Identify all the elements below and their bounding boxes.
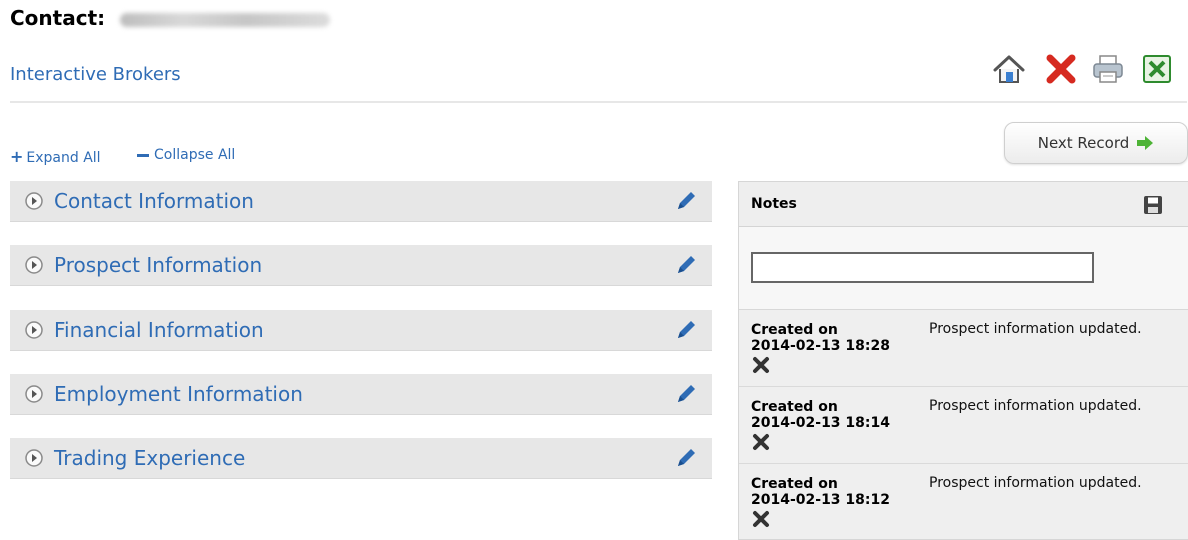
note-created-label: Created on — [751, 476, 838, 492]
note-created: Created on 2014-02-13 18:14 — [751, 399, 921, 431]
contact-title: Contact: — [10, 6, 331, 30]
section-trading-experience[interactable]: Trading Experience — [10, 438, 712, 479]
notes-panel: Notes Created on 2014-02-13 18:28 Prospe… — [738, 181, 1188, 540]
notes-header: Notes — [739, 182, 1188, 227]
contact-title-label: Contact: — [10, 6, 106, 30]
expand-arrow-icon[interactable] — [24, 384, 44, 404]
delete-note-icon[interactable] — [752, 433, 770, 451]
contact-name-redacted — [120, 12, 331, 27]
expand-arrow-icon[interactable] — [24, 320, 44, 340]
note-item: Created on 2014-02-13 18:14 Prospect inf… — [739, 387, 1188, 464]
delete-note-icon[interactable] — [752, 356, 770, 374]
note-item: Created on 2014-02-13 18:12 Prospect inf… — [739, 464, 1188, 539]
delete-icon[interactable] — [1044, 52, 1078, 86]
note-created-label: Created on — [751, 399, 838, 415]
note-text: Prospect information updated. — [929, 321, 1142, 337]
expand-all-label: Expand All — [26, 150, 101, 166]
section-employment-information[interactable]: Employment Information — [10, 374, 712, 415]
pencil-icon[interactable] — [674, 446, 698, 470]
home-icon[interactable] — [992, 52, 1026, 86]
pencil-icon[interactable] — [674, 189, 698, 213]
delete-note-icon[interactable] — [752, 510, 770, 528]
note-timestamp: 2014-02-13 18:12 — [751, 492, 890, 508]
note-created: Created on 2014-02-13 18:28 — [751, 322, 921, 354]
pencil-icon[interactable] — [674, 253, 698, 277]
note-timestamp: 2014-02-13 18:14 — [751, 415, 890, 431]
excel-export-icon[interactable] — [1140, 52, 1174, 86]
note-text: Prospect information updated. — [929, 398, 1142, 414]
expand-arrow-icon[interactable] — [24, 191, 44, 211]
note-created-label: Created on — [751, 322, 838, 338]
next-record-button[interactable]: Next Record — [1004, 122, 1188, 164]
header-divider — [10, 101, 1187, 103]
collapse-all-label: Collapse All — [154, 147, 236, 163]
section-label: Contact Information — [54, 189, 254, 213]
section-label: Prospect Information — [54, 253, 263, 277]
section-financial-information[interactable]: Financial Information — [10, 310, 712, 351]
pencil-icon[interactable] — [674, 318, 698, 342]
expand-all-link[interactable]: + Expand All — [10, 147, 101, 166]
expand-arrow-icon[interactable] — [24, 255, 44, 275]
notes-title: Notes — [751, 196, 797, 212]
collapse-all-link[interactable]: Collapse All — [137, 147, 235, 163]
company-link[interactable]: Interactive Brokers — [10, 64, 181, 85]
next-record-label: Next Record — [1037, 134, 1130, 152]
print-icon[interactable] — [1091, 52, 1125, 86]
note-text: Prospect information updated. — [929, 475, 1142, 491]
plus-icon: + — [10, 147, 24, 166]
section-label: Trading Experience — [54, 446, 246, 470]
minus-icon — [137, 153, 149, 157]
note-input[interactable] — [751, 252, 1094, 283]
expand-arrow-icon[interactable] — [24, 448, 44, 468]
arrow-right-icon — [1137, 136, 1154, 150]
section-contact-information[interactable]: Contact Information — [10, 181, 712, 222]
notes-input-area — [739, 227, 1188, 310]
section-label: Financial Information — [54, 318, 264, 342]
save-icon[interactable] — [1142, 194, 1164, 216]
pencil-icon[interactable] — [674, 382, 698, 406]
note-item: Created on 2014-02-13 18:28 Prospect inf… — [739, 310, 1188, 387]
note-timestamp: 2014-02-13 18:28 — [751, 338, 890, 354]
section-prospect-information[interactable]: Prospect Information — [10, 245, 712, 286]
section-label: Employment Information — [54, 382, 303, 406]
note-created: Created on 2014-02-13 18:12 — [751, 476, 921, 508]
